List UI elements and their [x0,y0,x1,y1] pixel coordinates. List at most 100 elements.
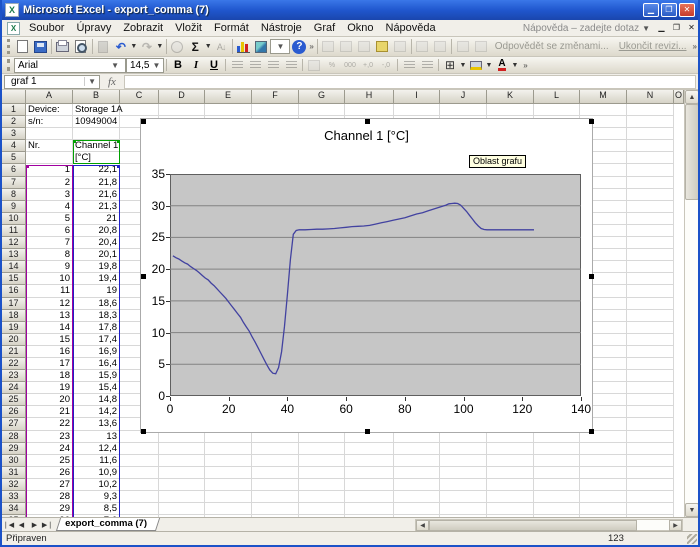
percent-button[interactable]: % [323,58,341,73]
cell-B1[interactable]: Storage 1A [73,104,120,116]
sheet-tab-active[interactable]: export_comma (7) [56,518,160,531]
cell-D33[interactable] [159,491,205,503]
cell-K34[interactable] [487,503,534,515]
row-header-19[interactable]: 19 [2,322,26,334]
update-file-button[interactable] [454,38,472,55]
row-header-15[interactable]: 15 [2,273,26,285]
cell-N26[interactable] [627,406,674,418]
cell-B17[interactable]: 18,6 [73,298,120,310]
scroll-left-button[interactable]: ◀ [416,520,429,531]
name-box[interactable]: graf 1▼ [4,75,100,89]
x-axis-label[interactable]: 100 [448,402,480,416]
x-axis-label[interactable]: 60 [330,402,362,416]
row-header-12[interactable]: 12 [2,237,26,249]
resize-grip[interactable] [687,534,697,544]
workbook-close-button[interactable]: ✕ [685,22,698,34]
borders-button[interactable]: ⊞ [441,58,459,73]
cell-A30[interactable]: 25 [26,455,73,467]
cell-F1[interactable] [252,104,299,116]
chart-selection-handle[interactable] [141,274,146,279]
y-axis-label[interactable]: 0 [141,389,165,403]
column-header-D[interactable]: D [159,90,205,104]
cell-J31[interactable] [440,467,487,479]
toolbar-options-button[interactable]: » [693,42,697,51]
chart-title[interactable]: Channel 1 [°C] [141,128,592,143]
row-header-5[interactable]: 5 [2,152,26,164]
column-header-C[interactable]: C [120,90,159,104]
bold-button[interactable]: B [169,58,187,73]
cell-N3[interactable] [627,128,674,140]
cell-N14[interactable] [627,261,674,273]
cell-C29[interactable] [120,443,159,455]
edit-comment-button[interactable] [319,38,337,55]
close-button[interactable]: ✕ [679,3,695,17]
cell-B2[interactable]: 10949004 [73,116,120,128]
cell-C31[interactable] [120,467,159,479]
row-header-23[interactable]: 23 [2,370,26,382]
end-review-button[interactable]: Ukončit revizi... [614,41,692,52]
cell-E31[interactable] [205,467,252,479]
x-axis-label[interactable]: 120 [506,402,538,416]
vertical-scrollbar-thumb[interactable] [685,104,698,200]
chevron-down-icon[interactable]: ▼ [639,24,653,33]
cell-G30[interactable] [299,455,345,467]
row-header-7[interactable]: 7 [2,177,26,189]
row-header-27[interactable]: 27 [2,418,26,430]
cell-N28[interactable] [627,431,674,443]
row-header-16[interactable]: 16 [2,285,26,297]
increase-indent-button[interactable] [418,58,436,73]
cell-H29[interactable] [345,443,394,455]
cell-M32[interactable] [580,479,627,491]
cell-J29[interactable] [440,443,487,455]
x-axis-label[interactable]: 0 [154,402,186,416]
menu-item-7[interactable]: Graf [308,21,341,35]
column-header-F[interactable]: F [252,90,299,104]
cell-B19[interactable]: 17,8 [73,322,120,334]
x-axis-label[interactable]: 40 [271,402,303,416]
cell-A20[interactable]: 15 [26,334,73,346]
cell-I33[interactable] [394,491,440,503]
cell-H33[interactable] [345,491,394,503]
y-axis-label[interactable]: 15 [141,294,165,308]
cell-D30[interactable] [159,455,205,467]
scroll-right-button[interactable]: ▶ [669,520,682,531]
cell-B4[interactable]: Channel 1 [73,140,120,152]
row-header-13[interactable]: 13 [2,249,26,261]
cell-N13[interactable] [627,249,674,261]
previous-comment-button[interactable] [337,38,355,55]
cell-D29[interactable] [159,443,205,455]
cell-H32[interactable] [345,479,394,491]
menu-item-2[interactable]: Úpravy [70,21,117,35]
help-query-box[interactable]: Nápověda – zadejte dotaz [523,23,639,34]
cell-A29[interactable]: 24 [26,443,73,455]
cell-N6[interactable] [627,164,674,176]
sort-ascending-button[interactable]: A↓ [212,38,230,55]
cell-B28[interactable]: 13 [73,431,120,443]
cell-N1[interactable] [627,104,674,116]
chart-selection-handle[interactable] [589,119,594,124]
cell-A14[interactable]: 9 [26,261,73,273]
cell-A27[interactable]: 22 [26,418,73,430]
cell-N20[interactable] [627,334,674,346]
cell-E30[interactable] [205,455,252,467]
cell-B25[interactable]: 14,8 [73,394,120,406]
cell-A5[interactable] [26,152,73,164]
cell-N31[interactable] [627,467,674,479]
cell-G33[interactable] [299,491,345,503]
cell-N9[interactable] [627,201,674,213]
cell-B20[interactable]: 17,4 [73,334,120,346]
cell-A28[interactable]: 23 [26,431,73,443]
print-preview-button[interactable] [72,38,90,55]
chart-selection-handle[interactable] [141,119,146,124]
y-axis-label[interactable]: 25 [141,230,165,244]
cell-B27[interactable]: 13,6 [73,418,120,430]
cell-N29[interactable] [627,443,674,455]
delete-comment-button[interactable] [391,38,409,55]
column-header-B[interactable]: B [73,90,120,104]
row-header-6[interactable]: 6 [2,164,26,176]
cell-A13[interactable]: 8 [26,249,73,261]
zoom-combobox[interactable]: ▼ [270,39,290,54]
toolbar-options-button[interactable]: » [309,42,313,51]
cell-B3[interactable] [73,128,120,140]
cell-N5[interactable] [627,152,674,164]
